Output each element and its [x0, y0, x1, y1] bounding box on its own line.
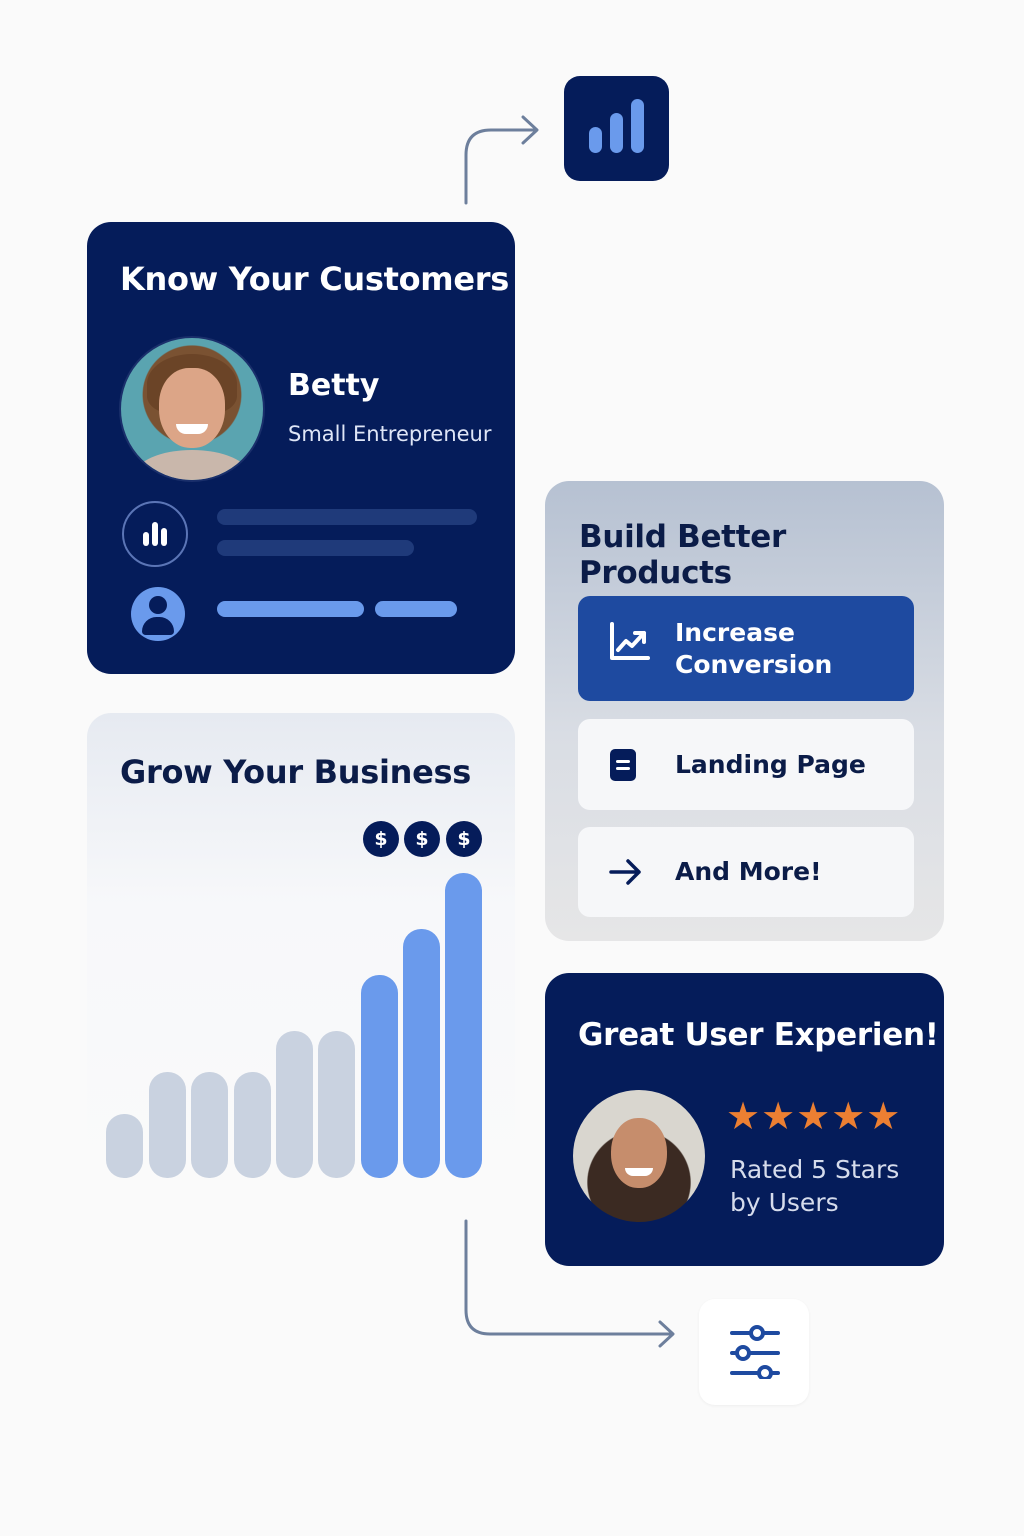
rating-line: Rated 5 Stars	[730, 1155, 900, 1184]
rating-text: Rated 5 Stars by Users	[730, 1153, 920, 1219]
analytics-tile[interactable]	[564, 76, 669, 181]
growth-bar	[149, 1072, 186, 1178]
placeholder-line	[217, 601, 364, 617]
card-title: Know Your Customers	[120, 260, 509, 298]
option-landing-page[interactable]: Landing Page	[578, 719, 914, 810]
star-rating: ★★★★★	[726, 1094, 902, 1138]
avatar	[573, 1090, 705, 1222]
growth-bar	[318, 1031, 355, 1178]
placeholder-line	[375, 601, 457, 617]
growth-bar	[276, 1031, 313, 1178]
dollar-coin-icon: $	[363, 821, 399, 857]
user-experience-card: Great User Experien! ★★★★★ Rated 5 Stars…	[545, 973, 944, 1266]
user-icon	[131, 587, 185, 641]
card-title: Build Better Products	[579, 519, 786, 591]
stats-icon	[122, 501, 188, 567]
settings-tile[interactable]	[699, 1299, 809, 1405]
build-products-card: Build Better Products Increase Conversio…	[545, 481, 944, 941]
document-icon	[610, 749, 636, 781]
option-increase-conversion[interactable]: Increase Conversion	[578, 596, 914, 701]
option-label: Conversion	[675, 650, 833, 679]
option-label: And More!	[675, 857, 822, 886]
growth-bar	[191, 1072, 228, 1178]
arrow-right-icon	[609, 859, 641, 885]
placeholder-line	[217, 509, 477, 525]
avatar	[119, 336, 265, 482]
growth-bar	[361, 975, 398, 1178]
rating-line: by Users	[730, 1188, 839, 1217]
growth-bar	[106, 1114, 143, 1178]
sliders-icon	[730, 1325, 780, 1379]
persona-name: Betty	[288, 368, 380, 403]
growth-bar	[234, 1072, 271, 1178]
card-title: Grow Your Business	[120, 753, 472, 791]
growth-bar	[445, 873, 482, 1178]
option-label: Increase	[675, 618, 795, 647]
placeholder-line	[217, 540, 414, 556]
trending-up-icon	[610, 622, 650, 660]
option-label: Landing Page	[675, 750, 866, 779]
know-customers-card: Know Your Customers Betty Small Entrepre…	[87, 222, 515, 674]
dollar-coin-icon: $	[404, 821, 440, 857]
growth-bar	[403, 929, 440, 1178]
option-and-more[interactable]: And More!	[578, 827, 914, 917]
persona-role: Small Entrepreneur	[288, 422, 492, 446]
dollar-coin-icon: $	[446, 821, 482, 857]
card-title: Great User Experien!	[578, 1017, 939, 1053]
